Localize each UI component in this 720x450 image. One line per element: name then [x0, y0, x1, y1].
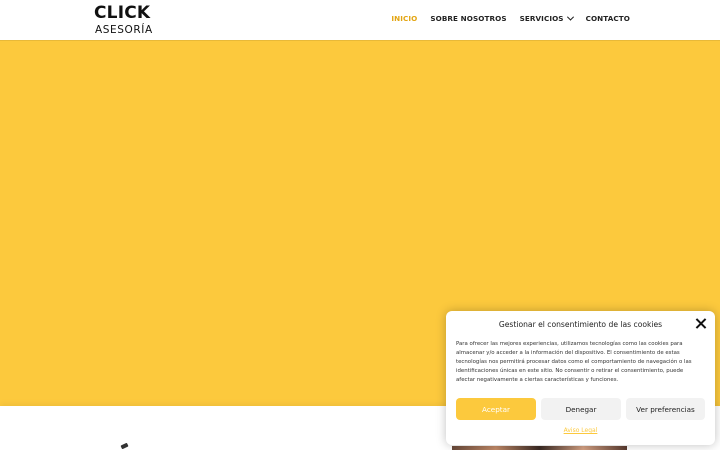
logo-subtitle: ASESORÍA [95, 24, 153, 36]
cookie-consent-dialog: Gestionar el consentimiento de las cooki… [446, 311, 715, 445]
site-logo[interactable]: CLICK ASESORÍA [94, 5, 156, 37]
photo-strip-image [452, 446, 627, 450]
main-nav: INICIO SOBRE NOSOTROS SERVICIOS CONTACTO [391, 13, 630, 23]
accept-button[interactable]: Aceptar [456, 398, 536, 420]
nav-label: CONTACTO [585, 14, 630, 23]
deny-button[interactable]: Denegar [541, 398, 621, 420]
nav-item-servicios[interactable]: SERVICIOS [519, 13, 574, 23]
cookie-dialog-title: Gestionar el consentimiento de las cooki… [498, 320, 663, 329]
nav-label: SERVICIOS [519, 14, 564, 23]
close-icon[interactable] [695, 318, 706, 329]
logo-title: CLICK [94, 3, 151, 23]
nav-label: SOBRE NOSOTROS [430, 14, 507, 23]
chevron-down-icon [566, 13, 574, 21]
site-header: CLICK ASESORÍA INICIO SOBRE NOSOTROS SER… [0, 0, 720, 40]
preferences-button[interactable]: Ver preferencias [626, 398, 705, 420]
nav-item-inicio[interactable]: INICIO [391, 14, 417, 23]
cookie-dialog-text: Para ofrecer las mejores experiencias, u… [456, 341, 692, 383]
nav-item-contacto[interactable]: CONTACTO [586, 14, 630, 23]
page: CLICK ASESORÍA INICIO SOBRE NOSOTROS SER… [0, 0, 720, 450]
nav-item-sobre-nosotros[interactable]: SOBRE NOSOTROS [430, 14, 506, 23]
legal-notice-link[interactable]: Aviso Legal [446, 427, 715, 434]
nav-label: INICIO [391, 14, 418, 23]
